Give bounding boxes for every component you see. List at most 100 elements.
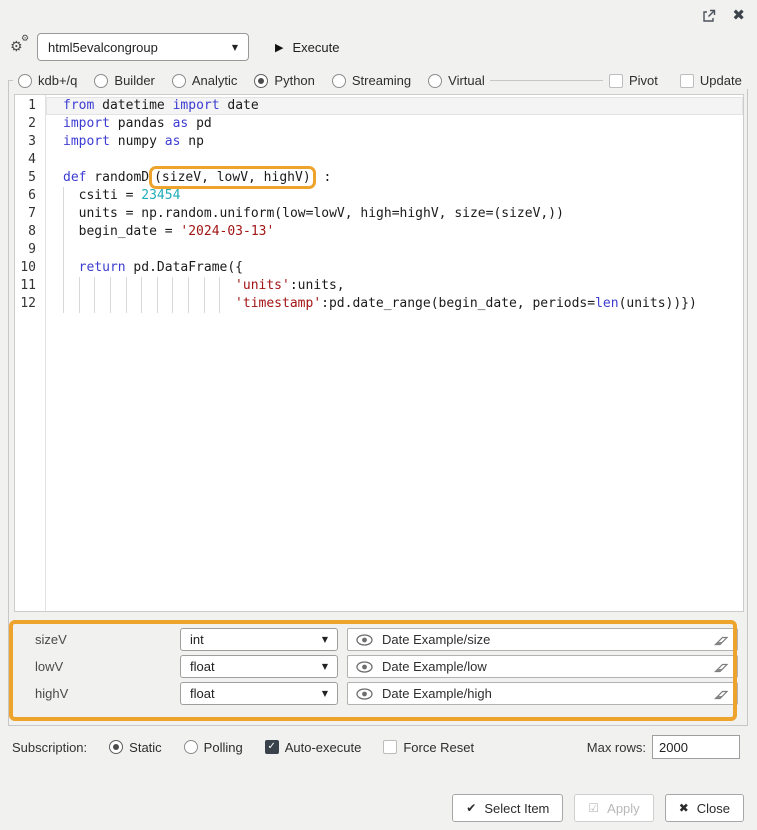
eraser-icon[interactable] <box>714 661 729 673</box>
indent-guide <box>126 295 142 313</box>
indent-guide <box>79 277 95 295</box>
param-name: highV <box>35 686 68 701</box>
code-line[interactable]: return pd.DataFrame({ <box>46 259 743 277</box>
indent-guide <box>94 277 110 295</box>
connection-group-dropdown[interactable]: html5evalcongroup ▼ <box>37 33 249 61</box>
close-icon[interactable]: ✖ <box>732 8 745 23</box>
indent-guide <box>63 277 79 295</box>
eye-icon[interactable] <box>356 688 373 700</box>
max-rows-input[interactable] <box>652 735 740 759</box>
indent-guide <box>63 187 79 205</box>
force-reset-checkbox[interactable] <box>383 740 397 754</box>
param-mapping-field[interactable]: Date Example/low <box>347 655 738 678</box>
radio-icon[interactable] <box>428 74 442 88</box>
code-line[interactable]: csiti = 23454 <box>46 187 743 205</box>
execute-label: Execute <box>292 40 339 55</box>
param-row-lowv: lowVfloat▼Date Example/low <box>14 655 744 678</box>
mode-radio-kdb-q[interactable]: kdb+/q <box>18 73 77 88</box>
force-reset-checkbox-option[interactable]: Force Reset <box>383 740 474 755</box>
play-icon: ▶ <box>275 41 283 54</box>
eraser-icon[interactable] <box>714 634 729 646</box>
code-token: :pd.date_range(begin_date, periods= <box>321 296 595 311</box>
mode-radio-streaming[interactable]: Streaming <box>332 73 411 88</box>
param-mapping-value: Date Example/high <box>382 686 705 701</box>
toolbar: ⚙ ⚙ html5evalcongroup ▼ ▶ Execute <box>10 33 339 61</box>
mode-radio-analytic[interactable]: Analytic <box>172 73 238 88</box>
execute-button[interactable]: ▶ Execute <box>275 40 339 55</box>
code-token: :units, <box>290 278 345 293</box>
subscription-radio-static[interactable]: Static <box>109 740 162 755</box>
code-token: (units))}) <box>619 296 697 311</box>
code-line[interactable]: units = np.random.uniform(low=lowV, high… <box>46 205 743 223</box>
check-icon: ✔ <box>466 802 476 814</box>
code-line[interactable]: begin_date = '2024-03-13' <box>46 223 743 241</box>
code-token: 23454 <box>141 188 180 203</box>
mode-radio-label: Virtual <box>448 73 485 88</box>
eraser-icon[interactable] <box>714 688 729 700</box>
max-rows-label: Max rows: <box>587 740 646 755</box>
mode-radio-virtual[interactable]: Virtual <box>428 73 485 88</box>
code-line[interactable] <box>46 241 743 259</box>
pivot-checkbox[interactable] <box>609 74 623 88</box>
popout-icon[interactable] <box>702 9 716 23</box>
eye-icon[interactable] <box>356 661 373 673</box>
indent-guide <box>110 295 126 313</box>
radio-icon[interactable] <box>94 74 108 88</box>
code-line[interactable]: 'timestamp':pd.date_range(begin_date, pe… <box>46 295 743 313</box>
code-line[interactable]: def randomD(sizeV, lowV, highV) : <box>46 169 743 187</box>
settings-gears-icon[interactable]: ⚙ ⚙ <box>10 35 34 59</box>
param-type-dropdown[interactable]: float▼ <box>180 682 338 705</box>
line-number: 7 <box>15 205 45 223</box>
pivot-checkbox-option[interactable]: Pivot <box>609 73 658 88</box>
subscription-radio-label: Static <box>129 740 162 755</box>
code-line[interactable] <box>46 151 743 169</box>
param-type-value: int <box>190 632 322 647</box>
pivot-label: Pivot <box>629 73 658 88</box>
mode-radio-label: Builder <box>114 73 154 88</box>
chevron-down-icon: ▼ <box>232 43 238 52</box>
radio-icon[interactable] <box>332 74 346 88</box>
code-line[interactable]: from datetime import date <box>46 97 743 115</box>
radio-icon[interactable] <box>172 74 186 88</box>
param-type-dropdown[interactable]: float▼ <box>180 655 338 678</box>
indent-guide <box>63 259 79 277</box>
select-item-button[interactable]: ✔ Select Item <box>452 794 563 822</box>
auto-execute-checkbox-option[interactable]: ✓ Auto-execute <box>265 740 362 755</box>
code-editor[interactable]: 123456789101112 from datetime import dat… <box>14 94 744 612</box>
indent-guide <box>94 295 110 313</box>
code-content[interactable]: from datetime import dateimport pandas a… <box>46 97 743 313</box>
eye-icon[interactable] <box>356 634 373 646</box>
apply-button[interactable]: ☑ Apply <box>574 794 653 822</box>
code-token: import <box>63 116 110 131</box>
code-token: from <box>63 98 94 113</box>
line-number: 1 <box>15 97 45 115</box>
mode-radio-builder[interactable]: Builder <box>94 73 154 88</box>
param-mapping-field[interactable]: Date Example/size <box>347 628 738 651</box>
radio-icon[interactable] <box>254 74 268 88</box>
param-mapping-field[interactable]: Date Example/high <box>347 682 738 705</box>
close-button[interactable]: ✖ Close <box>665 794 744 822</box>
param-name: sizeV <box>35 632 67 647</box>
radio-icon[interactable] <box>109 740 123 754</box>
line-number: 12 <box>15 295 45 313</box>
update-checkbox[interactable] <box>680 74 694 88</box>
radio-icon[interactable] <box>18 74 32 88</box>
indent-guide <box>63 205 79 223</box>
auto-execute-checkbox[interactable]: ✓ <box>265 740 279 754</box>
indent-guide <box>63 223 79 241</box>
code-token: return <box>79 260 126 275</box>
indent-guide <box>219 277 235 295</box>
code-line[interactable]: import pandas as pd <box>46 115 743 133</box>
code-line[interactable]: 'units':units, <box>46 277 743 295</box>
mode-radio-python[interactable]: Python <box>254 73 314 88</box>
param-row-highv: highV float▼ Date Example/high <box>14 682 744 705</box>
code-token: datetime <box>94 98 172 113</box>
update-checkbox-option[interactable]: Update <box>680 73 742 88</box>
param-type-dropdown[interactable]: int▼ <box>180 628 338 651</box>
code-line[interactable]: import numpy as np <box>46 133 743 151</box>
indent-guide <box>110 277 126 295</box>
code-token: 'timestamp' <box>235 296 321 311</box>
radio-icon[interactable] <box>184 740 198 754</box>
subscription-radio-polling[interactable]: Polling <box>184 740 243 755</box>
param-type-value: float <box>190 686 322 701</box>
